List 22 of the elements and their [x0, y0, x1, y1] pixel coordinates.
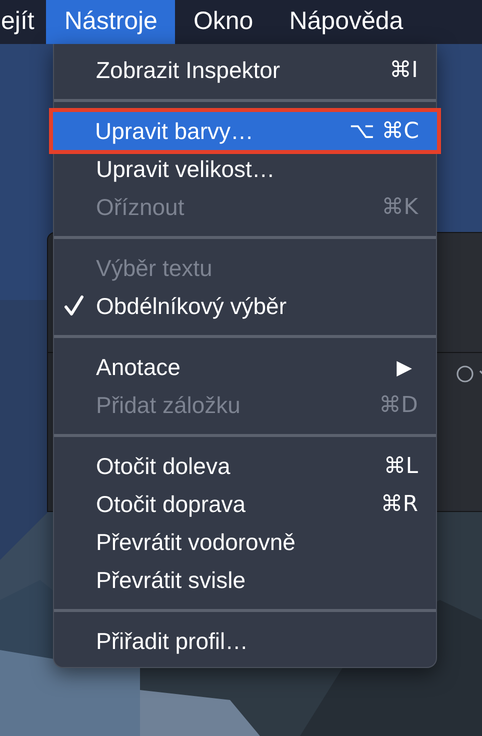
menu-item[interactable]: Zobrazit Inspektor ⌘I — [54, 51, 436, 89]
submenu-arrow-icon: ▶ — [396, 352, 418, 382]
menu-item[interactable]: Převrátit vodorovně — [54, 523, 436, 561]
menu-item[interactable]: Upravit velikost… — [54, 150, 436, 188]
shortcut-label: ⌘K — [382, 194, 418, 222]
shortcut-label: ⌥ ⌘C — [349, 118, 419, 146]
menu-item[interactable]: Přiřadit profil… — [54, 622, 436, 660]
shortcut-label: ⌘R — [380, 490, 418, 518]
menu-bar-item[interactable]: Nápověda — [271, 0, 422, 44]
shortcut-label: ⌘D — [379, 392, 418, 420]
menu-bar-item[interactable]: Okno — [175, 0, 272, 44]
circle-icon[interactable] — [456, 365, 474, 383]
menu-item[interactable]: Otočit doprava ⌘R — [54, 485, 436, 523]
menu-item[interactable]: Anotace ▶ — [54, 348, 436, 386]
shortcut-label: ⌘I — [390, 56, 418, 84]
menu-bar-item[interactable]: ejít — [0, 0, 46, 44]
menu-item[interactable]: Obdélníkový výběr — [54, 287, 436, 325]
menu-item[interactable]: Otočit doleva ⌘L — [54, 447, 436, 485]
menu-item[interactable]: Převrátit svisle — [54, 561, 436, 599]
shortcut-label: ⌘L — [384, 452, 418, 480]
menu-item[interactable]: Upravit barvy… ⌥ ⌘C — [53, 112, 437, 150]
menu-bar-item[interactable]: Nástroje — [46, 0, 176, 44]
